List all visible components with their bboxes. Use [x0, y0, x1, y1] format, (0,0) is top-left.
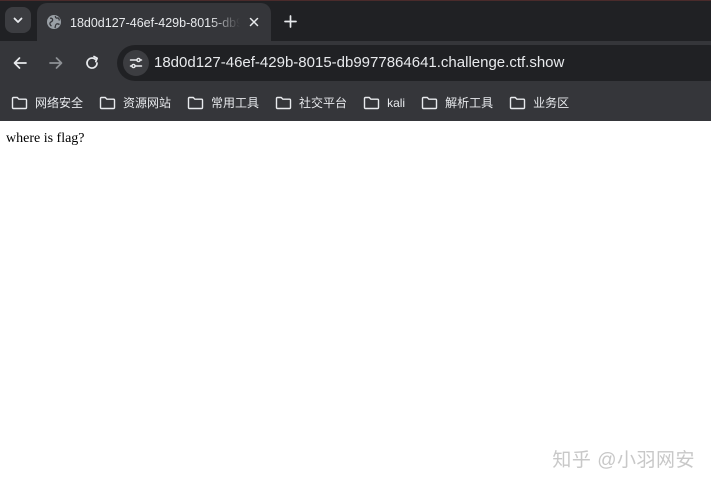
close-icon: [249, 17, 259, 27]
bookmark-folder[interactable]: 网络安全: [6, 90, 89, 116]
bookmark-label: kali: [387, 96, 406, 110]
folder-icon: [187, 96, 204, 110]
forward-button[interactable]: [44, 51, 68, 75]
browser-chrome: 18d0d127-46ef-429b-8015-db9977864641.cha…: [0, 0, 711, 121]
bookmark-folder[interactable]: 解析工具: [416, 90, 499, 116]
bookmark-folder[interactable]: 资源网站: [94, 90, 177, 116]
bookmark-label: 解析工具: [445, 96, 494, 110]
site-info-button[interactable]: [123, 50, 149, 76]
address-bar[interactable]: 18d0d127-46ef-429b-8015-db9977864641.cha…: [117, 45, 711, 81]
bookmark-label: 社交平台: [299, 96, 348, 110]
new-tab-button[interactable]: [279, 10, 301, 32]
back-button[interactable]: [8, 51, 32, 75]
plus-icon: [283, 14, 297, 28]
folder-icon: [11, 96, 28, 110]
arrow-right-icon: [49, 57, 63, 69]
bookmark-folder[interactable]: kali: [358, 90, 411, 116]
folder-icon: [99, 96, 116, 110]
toolbar: 18d0d127-46ef-429b-8015-db9977864641.cha…: [0, 41, 711, 85]
url-text: 18d0d127-46ef-429b-8015-db9977864641.cha…: [154, 54, 565, 71]
page-body-text: where is flag?: [6, 131, 85, 146]
tune-icon: [129, 57, 143, 69]
active-tab[interactable]: 18d0d127-46ef-429b-8015-db9977864641.cha…: [37, 3, 271, 42]
tab-title: 18d0d127-46ef-429b-8015-db9977864641.cha…: [70, 16, 240, 30]
tab-close-button[interactable]: [245, 13, 263, 31]
reload-button[interactable]: [80, 51, 104, 75]
bookmark-folder[interactable]: 社交平台: [270, 90, 353, 116]
bookmarks-bar: 网络安全 资源网站 常用工具 社交平台 kali 解析工具 业务区: [0, 85, 711, 121]
chevron-down-icon: [13, 17, 23, 23]
tab-strip: 18d0d127-46ef-429b-8015-db9977864641.cha…: [0, 0, 711, 42]
globe-icon: [47, 15, 61, 29]
bookmark-label: 资源网站: [123, 96, 172, 110]
tab-search-button[interactable]: [5, 7, 31, 33]
folder-icon: [363, 96, 380, 110]
watermark: 知乎 @小羽网安: [552, 450, 695, 471]
bookmark-label: 网络安全: [35, 96, 84, 110]
bookmark-label: 业务区: [533, 96, 570, 110]
folder-icon: [421, 96, 438, 110]
folder-icon: [509, 96, 526, 110]
reload-icon: [86, 55, 99, 69]
arrow-left-icon: [13, 57, 27, 69]
bookmark-folder[interactable]: 业务区: [504, 90, 575, 116]
folder-icon: [275, 96, 292, 110]
bookmark-folder[interactable]: 常用工具: [182, 90, 265, 116]
bookmark-label: 常用工具: [211, 96, 260, 110]
